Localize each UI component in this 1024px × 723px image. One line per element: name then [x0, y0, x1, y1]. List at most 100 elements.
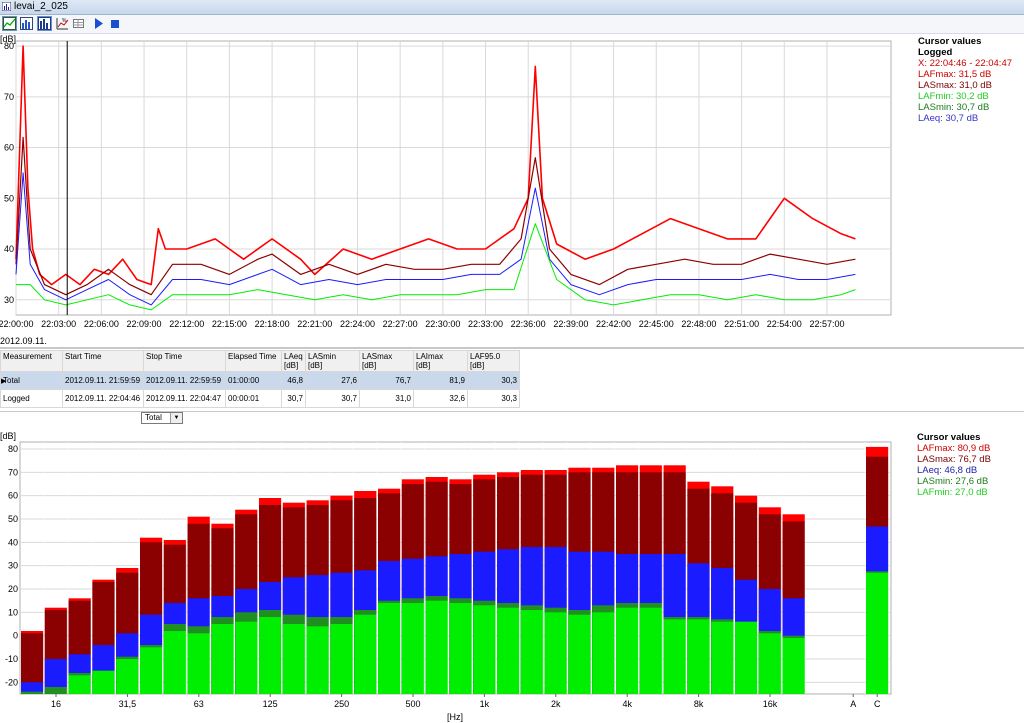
time-chart-xtick-label: 22:27:00	[383, 319, 418, 329]
table-header-cell[interactable]: LASmin [dB]	[305, 350, 360, 372]
table-row[interactable]: Logged 2012.09.11. 22:04:46 2012.09.11. 22…	[0, 389, 520, 408]
spectrum-bar-lafmin	[259, 617, 282, 694]
window-title: levai_2_025	[14, 1, 68, 12]
time-chart-x-axis: 22:00:00 22:03:00 22:06:00 22:09:00 22:12:00…	[0, 319, 844, 329]
spectrum-bar-lasmin	[21, 691, 44, 694]
chart-spectrum-icon[interactable]	[37, 16, 52, 31]
spectrum-bar-lafmin	[378, 603, 401, 694]
spectrum-ytick-label: 0	[13, 631, 18, 641]
spectrum-xtick-label: 1k	[480, 699, 490, 709]
chart-bars-icon[interactable]	[19, 16, 34, 31]
spectrum-bar-lafmin	[639, 607, 663, 694]
spectrum-bar-lafmin	[866, 572, 889, 694]
play-icon[interactable]	[91, 16, 106, 31]
table-header-cell[interactable]: LAImax [dB]	[413, 350, 468, 372]
spectrum-bar-lafmin	[92, 670, 115, 694]
spectrum-xtick-label: C	[874, 699, 881, 709]
table-cell: 2012.09.11. 22:04:46	[62, 389, 144, 408]
table-header-cell[interactable]: LAeq [dB]	[281, 350, 306, 372]
time-chart-xtick-label: 22:30:00	[425, 319, 460, 329]
cursor-value-line: LASmax: 31,0 dB	[918, 80, 992, 91]
cursor-value-line: LASmin: 30,7 dB	[918, 102, 990, 113]
table-header-cell[interactable]: Start Time	[62, 350, 144, 372]
time-chart-xtick-label: 22:42:00	[596, 319, 631, 329]
row-indicator-icon: ▶	[1, 378, 7, 385]
spectrum-xtick-label: 16	[51, 699, 61, 709]
spectrum-xtick-label: 4k	[622, 699, 632, 709]
table-cell: 2012.09.11. 21:59:59	[62, 371, 144, 390]
chart-percent-icon[interactable]: %	[55, 16, 70, 31]
table-cell: Logged	[0, 389, 63, 408]
spectrum-bar-lafmin	[520, 610, 544, 694]
table-header-cell[interactable]: LASmax [dB]	[359, 350, 414, 372]
spectrum-bar-lafmin	[282, 624, 306, 694]
spectrum-cursor-value-line: LASmin: 27,6 dB	[917, 476, 989, 487]
spectrum-bar-lafmin	[68, 675, 91, 694]
time-chart-xtick-label: 22:00:00	[0, 319, 34, 329]
table-header-cell[interactable]: Measurement	[0, 350, 63, 372]
spectrum-bar-lafmin	[592, 612, 615, 694]
spectrum-bar-lafmin	[449, 603, 472, 694]
time-chart-ytick-label: 50	[4, 193, 14, 203]
spectrum-cursor-value-line: LASmax: 76,7 dB	[917, 454, 991, 465]
spectrum-bar-lafmin	[140, 647, 163, 694]
spectrum-bar-lafmin	[116, 659, 139, 694]
time-chart-xtick-label: 22:24:00	[340, 319, 375, 329]
time-chart-unit: [dB]	[0, 34, 16, 44]
cursor-value-line: X: 22:04:46 - 22:04:47	[918, 58, 1013, 69]
time-chart-xtick-label: 22:57:00	[809, 319, 844, 329]
spectrum-chart-xlabel: [Hz]	[447, 712, 463, 722]
chevron-down-icon[interactable]: ▼	[170, 413, 182, 423]
measurement-table: Measurement Start Time Stop Time Elapsed Ti…	[0, 350, 520, 408]
app-icon	[2, 2, 11, 11]
spectrum-bar-lafmin	[711, 621, 734, 694]
spectrum-bar-lafmin	[758, 633, 782, 694]
spectrum-xtick-label: 125	[263, 699, 278, 709]
time-chart-xtick-label: 22:03:00	[41, 319, 76, 329]
spectrum-bar-lafmin	[235, 621, 258, 694]
table-cell: 30,7	[281, 389, 306, 408]
table-header-cell[interactable]: LAF95.0 [dB]	[467, 350, 520, 372]
time-history-chart[interactable]: 304050607080 22:00:00 22:03:00 22:06:00 22:…	[0, 33, 1024, 347]
spectrum-ytick-label: 30	[8, 561, 18, 571]
table-header-cell[interactable]: Elapsed Time	[225, 350, 282, 372]
table-header-cell[interactable]: Stop Time	[143, 350, 226, 372]
chart-line-icon[interactable]	[2, 16, 17, 31]
window-titlebar: levai_2_025	[0, 0, 1024, 15]
time-chart-xtick-label: 22:48:00	[681, 319, 716, 329]
spectrum-chart[interactable]: -20 -10 0 10 20 30 40 50 60 70 80 16 31,5 63 125 250 50…	[0, 426, 1024, 723]
spectrum-chart-y-axis: -20 -10 0 10 20 30 40 50 60 70 80	[5, 444, 18, 687]
table-cell: Total	[0, 371, 63, 390]
table-cell: 46,8	[281, 371, 306, 390]
spectrum-bar-lafmin	[497, 607, 520, 694]
table-cell: 81,9	[413, 371, 468, 390]
spectrum-measurement-select[interactable]: Total ▼	[141, 412, 183, 424]
spectrum-bar-lafmin	[473, 605, 496, 694]
time-chart-xtick-label: 22:15:00	[212, 319, 247, 329]
spectrum-xtick-label: 500	[405, 699, 420, 709]
time-chart-ytick-label: 60	[4, 143, 14, 153]
cursor-values-subtitle: Logged	[918, 47, 953, 58]
spectrum-xtick-label: 63	[194, 699, 204, 709]
spectrum-ytick-label: 80	[8, 444, 18, 454]
spectrum-bar-lafmin	[401, 603, 425, 694]
table-cell: 76,7	[359, 371, 414, 390]
table-cell: 2012.09.11. 22:59:59	[143, 371, 226, 390]
spectrum-bar-lafmin	[735, 621, 758, 694]
spectrum-chart-unit: [dB]	[0, 431, 16, 441]
spectrum-bar-lafmin	[544, 612, 567, 694]
spectrum-ytick-label: 20	[8, 584, 18, 594]
table-row[interactable]: Total 2012.09.11. 21:59:59 2012.09.11. 22:…	[0, 371, 520, 390]
spectrum-ytick-label: 40	[8, 537, 18, 547]
table-icon[interactable]	[71, 16, 86, 31]
spectrum-bar-lafmin	[306, 626, 329, 694]
time-chart-xtick-label: 22:51:00	[724, 319, 759, 329]
toolbar: %	[0, 15, 1024, 34]
table-cell: 00:00:01	[225, 389, 282, 408]
spectrum-cursor-value-line: LAFmin: 27,0 dB	[917, 487, 988, 498]
spectrum-xtick-label: 250	[334, 699, 349, 709]
time-chart-xtick-label: 22:45:00	[639, 319, 674, 329]
stop-icon[interactable]	[107, 16, 122, 31]
spectrum-bar-lafmin	[616, 607, 639, 694]
spectrum-bar-lasmin	[44, 687, 68, 694]
